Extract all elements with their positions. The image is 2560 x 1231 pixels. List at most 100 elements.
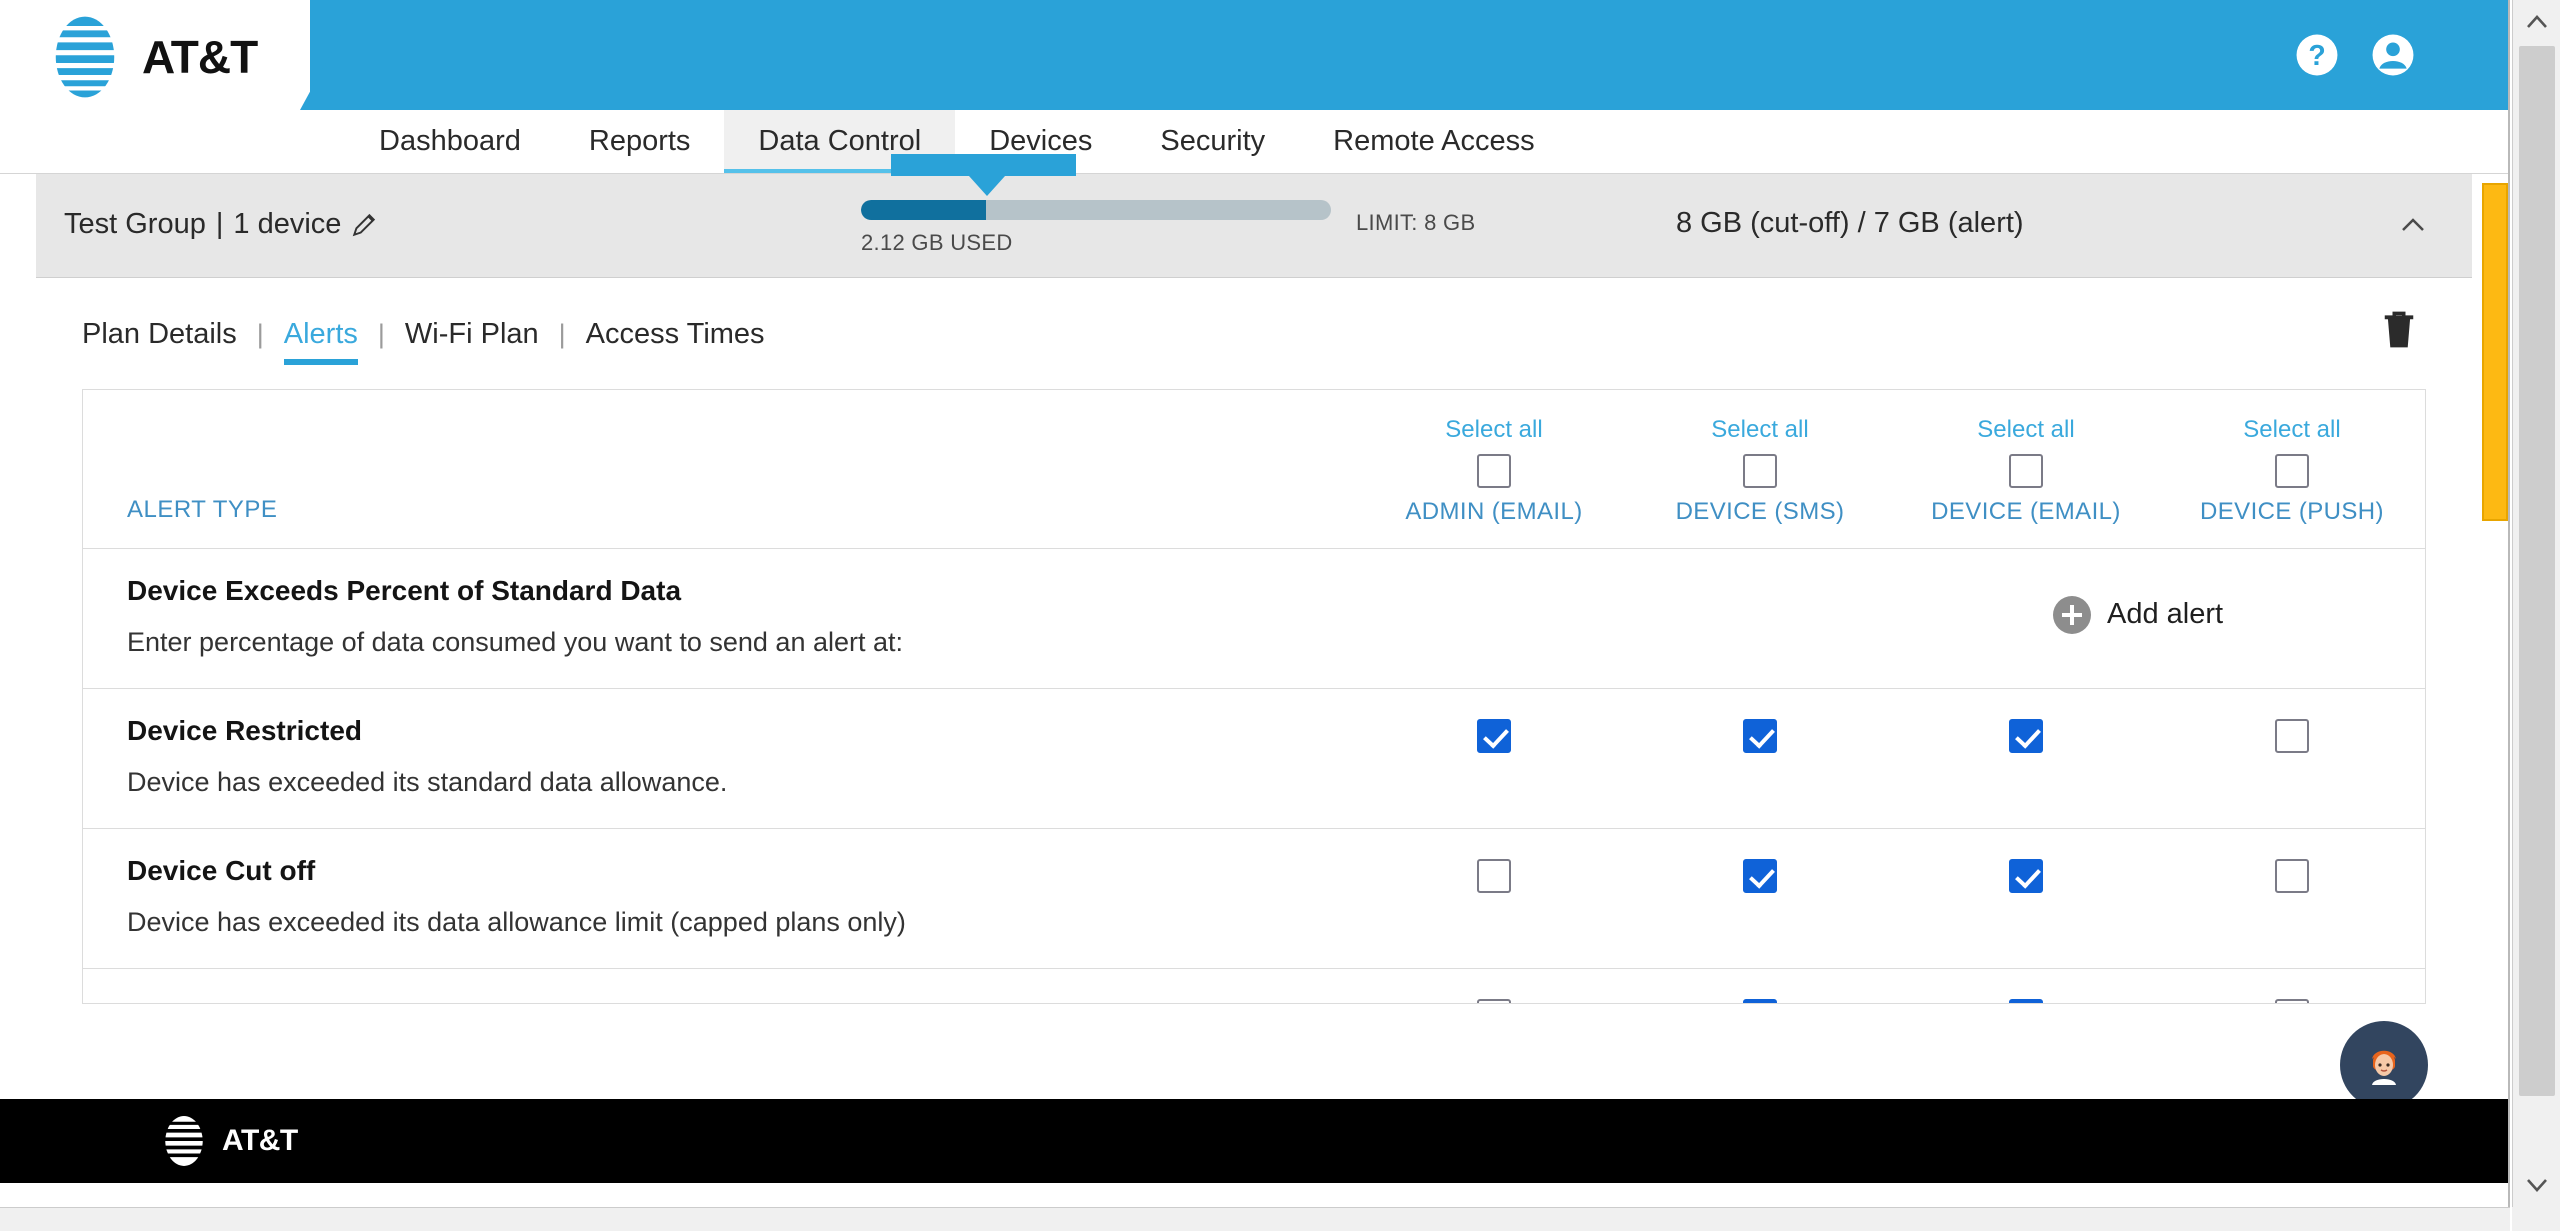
channel-label-device-push: DEVICE (PUSH) <box>2200 498 2384 525</box>
select-all-checkbox-device-sms[interactable] <box>1743 454 1777 488</box>
add-alert-button[interactable]: Add alert <box>2053 595 2224 634</box>
scroll-highlight-marker <box>2482 183 2508 521</box>
group-separator: | <box>215 208 224 240</box>
checkbox-device-cut-off-device-sms[interactable] <box>1743 859 1777 893</box>
nav-item-reports[interactable]: Reports <box>555 110 725 173</box>
table-row: Device Cut off Device has exceeded its d… <box>83 829 2425 969</box>
channel-header-device-sms: Select all DEVICE (SMS) <box>1627 390 1893 548</box>
select-all-checkbox-admin-email[interactable] <box>1477 454 1511 488</box>
checkbox-partial-device-push[interactable] <box>2275 999 2309 1003</box>
page-frame: AT&T ? Dashboard Reports Data Control De… <box>0 0 2510 1207</box>
cell-checkbox <box>1627 829 1893 968</box>
checkbox-device-cut-off-device-push[interactable] <box>2275 859 2309 893</box>
checkbox-device-restricted-device-email[interactable] <box>2009 719 2043 753</box>
cell-checkbox <box>1361 969 1627 1003</box>
alert-type-column-header: ALERT TYPE <box>127 496 278 523</box>
group-identity: Test Group | 1 device <box>64 208 377 241</box>
app-footer: AT&T <box>0 1099 2508 1183</box>
alert-title: Device Cut off <box>127 855 316 886</box>
cell-checkbox <box>1361 689 1627 828</box>
usage-used-label: 2.12 GB USED <box>861 230 1013 255</box>
alerts-table-header: ALERT TYPE Select all ADMIN (EMAIL) Sele… <box>83 390 2425 549</box>
subtab-wifi-plan[interactable]: Wi-Fi Plan <box>405 318 539 365</box>
channel-label-device-sms: DEVICE (SMS) <box>1675 498 1845 525</box>
subtab-separator: | <box>256 319 264 349</box>
att-globe-icon <box>47 16 123 98</box>
usage-pointer-tab <box>891 154 1076 196</box>
cell-checkbox <box>1361 829 1627 968</box>
checkbox-device-restricted-admin-email[interactable] <box>1477 719 1511 753</box>
browser-viewport: AT&T ? Dashboard Reports Data Control De… <box>0 0 2560 1231</box>
section-subtabs: Plan Details | Alerts | Wi-Fi Plan | Acc… <box>0 278 2508 365</box>
vertical-scrollbar-thumb[interactable] <box>2519 46 2555 1096</box>
cell-checkbox <box>1627 689 1893 828</box>
group-name-label: Test Group <box>64 208 206 240</box>
scroll-down-arrow-icon[interactable] <box>2513 1163 2560 1207</box>
scroll-up-arrow-icon[interactable] <box>2513 0 2560 44</box>
checkbox-device-restricted-device-sms[interactable] <box>1743 719 1777 753</box>
main-nav: Dashboard Reports Data Control Devices S… <box>0 110 2508 174</box>
usage-meter: 2.12 GB USED <box>861 200 1341 256</box>
trash-delete-icon[interactable] <box>2380 308 2418 352</box>
help-circle-icon[interactable]: ? <box>2292 30 2342 80</box>
select-all-link-device-push[interactable]: Select all <box>2243 416 2340 444</box>
vertical-scrollbar[interactable] <box>2512 0 2560 1207</box>
usage-fill <box>861 200 986 220</box>
cell-checkbox <box>1627 969 1893 1003</box>
table-row: Device Restricted Device has exceeded it… <box>83 689 2425 829</box>
add-alert-label: Add alert <box>2107 598 2224 630</box>
select-all-link-device-email[interactable]: Select all <box>1977 416 2074 444</box>
usage-limit-label: LIMIT: 8 GB <box>1356 210 1476 235</box>
group-usage-bar: Test Group | 1 device 2.12 GB USED LIMIT… <box>36 154 2472 278</box>
alert-description: Device has exceeded its standard data al… <box>127 767 728 797</box>
subtab-separator: | <box>377 319 385 349</box>
checkbox-partial-device-email[interactable] <box>2009 999 2043 1003</box>
table-row: Device Exceeds Percent of Standard Data … <box>83 549 2425 689</box>
select-all-checkbox-device-push[interactable] <box>2275 454 2309 488</box>
select-all-link-device-sms[interactable]: Select all <box>1711 416 1808 444</box>
channel-header-admin-email: Select all ADMIN (EMAIL) <box>1361 390 1627 548</box>
user-account-icon[interactable] <box>2368 30 2418 80</box>
support-assistant-button[interactable] <box>2340 1021 2428 1109</box>
checkbox-device-restricted-device-push[interactable] <box>2275 719 2309 753</box>
nav-item-remote-access[interactable]: Remote Access <box>1299 110 1568 173</box>
brand-name: AT&T <box>142 31 258 83</box>
cell-checkbox <box>2159 969 2425 1003</box>
subtab-plan-details[interactable]: Plan Details <box>82 318 237 365</box>
checkbox-partial-device-sms[interactable] <box>1743 999 1777 1003</box>
att-globe-footer-icon <box>160 1116 208 1166</box>
alert-description: Device has exceeded its data allowance l… <box>127 907 906 937</box>
select-all-checkbox-device-email[interactable] <box>2009 454 2043 488</box>
channel-header-device-push: Select all DEVICE (PUSH) <box>2159 390 2425 548</box>
cell-checkbox <box>2159 689 2425 828</box>
cell-checkbox <box>2159 829 2425 968</box>
alert-title-partial <box>127 995 1317 1003</box>
checkbox-device-cut-off-device-email[interactable] <box>2009 859 2043 893</box>
alert-title: Device Exceeds Percent of Standard Data <box>127 575 682 606</box>
cell-empty <box>1627 549 1893 688</box>
subtab-alerts[interactable]: Alerts <box>283 318 359 365</box>
usage-track <box>861 200 1331 220</box>
alert-info-partial <box>83 969 1361 1003</box>
alert-title: Device Restricted <box>127 715 363 746</box>
support-avatar-icon <box>2372 1050 2396 1085</box>
pencil-edit-icon[interactable] <box>351 212 377 238</box>
brand-logo[interactable]: AT&T <box>42 14 258 100</box>
alert-description: Enter percentage of data consumed you wa… <box>127 627 903 657</box>
nav-item-security[interactable]: Security <box>1126 110 1299 173</box>
channel-label-admin-email: ADMIN (EMAIL) <box>1405 498 1583 525</box>
alert-info-percent-standard-data: Device Exceeds Percent of Standard Data … <box>83 549 1361 688</box>
nav-item-dashboard[interactable]: Dashboard <box>345 110 555 173</box>
checkbox-partial-admin-email[interactable] <box>1477 999 1511 1003</box>
chevron-up-icon[interactable] <box>2396 210 2430 240</box>
scrollbar-corner <box>2512 1207 2560 1231</box>
channel-label-device-email: DEVICE (EMAIL) <box>1931 498 2121 525</box>
alert-info-device-restricted: Device Restricted Device has exceeded it… <box>83 689 1361 828</box>
cell-checkbox <box>1893 829 2159 968</box>
add-alert-cell: Add alert <box>2053 549 2425 688</box>
horizontal-scrollbar[interactable] <box>0 1207 2510 1231</box>
footer-brand-name: AT&T <box>222 1124 298 1157</box>
select-all-link-admin-email[interactable]: Select all <box>1445 416 1542 444</box>
checkbox-device-cut-off-admin-email[interactable] <box>1477 859 1511 893</box>
subtab-access-times[interactable]: Access Times <box>586 318 765 365</box>
